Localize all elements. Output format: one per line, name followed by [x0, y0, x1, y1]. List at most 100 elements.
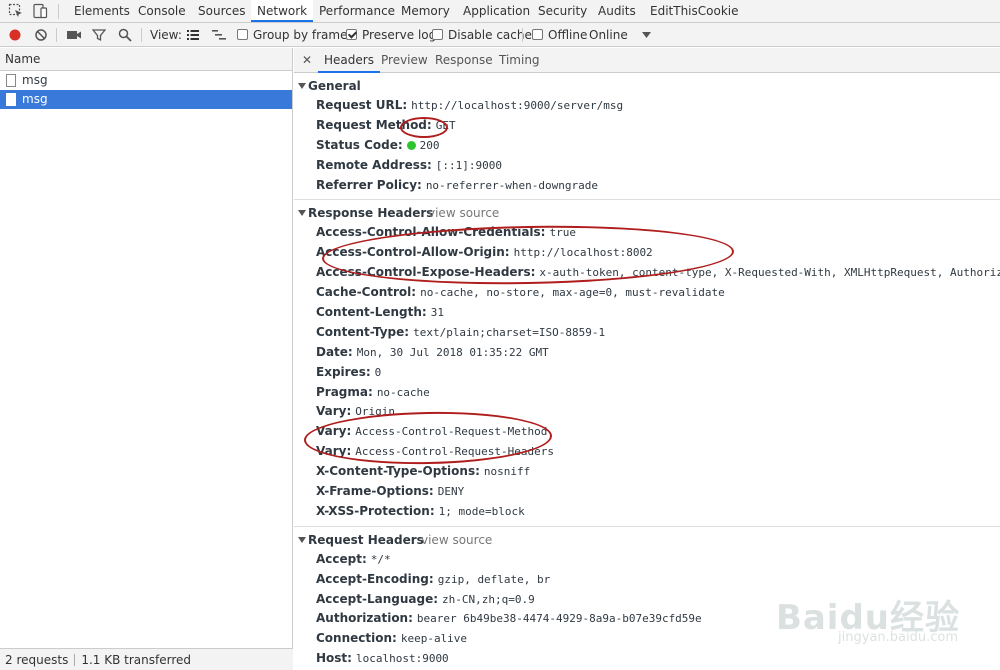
- header-key: Accept:: [316, 551, 367, 566]
- header-key: Access-Control-Allow-Origin:: [316, 245, 510, 260]
- header-key: Access-Control-Expose-Headers:: [316, 265, 536, 280]
- view-source-link[interactable]: view source: [428, 203, 499, 223]
- tab-headers[interactable]: Headers: [318, 48, 380, 73]
- request-row-selected[interactable]: msg: [0, 90, 292, 109]
- tab-sources[interactable]: Sources: [198, 0, 245, 22]
- header-row: Status Code: 200: [294, 136, 1000, 156]
- search-icon[interactable]: [118, 28, 132, 42]
- header-key: Host:: [316, 651, 352, 666]
- section-title: Response Headers: [308, 206, 434, 221]
- header-row: Cache-Control: no-cache, no-store, max-ag…: [294, 283, 1000, 303]
- request-detail-pane: ✕ Headers Preview Response Timing Genera…: [294, 48, 1000, 670]
- header-key: Remote Address:: [316, 157, 432, 172]
- filter-icon[interactable]: [92, 28, 106, 42]
- header-key: Request Method:: [316, 117, 432, 132]
- header-key: Vary:: [316, 424, 352, 439]
- name-column-header[interactable]: Name: [0, 48, 292, 71]
- record-icon[interactable]: [8, 28, 22, 42]
- expand-triangle-icon: [298, 83, 306, 89]
- tab-security[interactable]: Security: [538, 0, 587, 22]
- preserve-log-checkbox[interactable]: [346, 29, 357, 40]
- general-section-header[interactable]: General: [294, 76, 1000, 96]
- header-value: 31: [430, 306, 444, 320]
- header-row: Accept-Language: zh-CN,zh;q=0.9: [294, 590, 1000, 610]
- header-row: Access-Control-Expose-Headers: x-auth-tok…: [294, 263, 1000, 283]
- throttling-select[interactable]: Online: [589, 27, 628, 43]
- close-icon[interactable]: ✕: [302, 53, 312, 67]
- header-key: Vary:: [316, 404, 352, 419]
- device-toolbar-icon[interactable]: [32, 3, 48, 19]
- tab-editthiscookie[interactable]: EditThisCookie: [650, 0, 739, 22]
- request-headers-section-header[interactable]: Request Headers view source: [294, 530, 1000, 550]
- section-title: General: [308, 79, 361, 93]
- header-value: gzip, deflate, br: [437, 572, 551, 586]
- tab-performance[interactable]: Performance: [319, 0, 395, 22]
- header-value: http://localhost:8002: [513, 246, 653, 260]
- header-value: nosniff: [483, 465, 531, 479]
- group-by-frame-label: Group by frame: [253, 28, 348, 42]
- view-label: View:: [150, 28, 182, 42]
- header-value: GET: [435, 118, 456, 132]
- summary-divider: [74, 654, 76, 666]
- header-row: Remote Address: [::1]:9000: [294, 156, 1000, 176]
- header-key: Accept-Language:: [316, 591, 439, 606]
- tab-application[interactable]: Application: [463, 0, 530, 22]
- offline-label: Offline: [548, 28, 588, 42]
- header-row: X-Content-Type-Options: nosniff: [294, 462, 1000, 482]
- clear-icon[interactable]: [34, 28, 48, 42]
- header-value: Access-Control-Request-Headers: [355, 445, 554, 459]
- large-rows-icon[interactable]: [186, 28, 200, 42]
- request-name: msg: [22, 73, 48, 87]
- header-row: Accept: */*: [294, 550, 1000, 570]
- header-row: Request URL: http://localhost:9000/server…: [294, 96, 1000, 116]
- response-headers-section-header[interactable]: Response Headers view source: [294, 203, 1000, 223]
- status-ok-icon: [406, 140, 416, 150]
- view-source-link[interactable]: view source: [421, 530, 492, 550]
- file-icon: [6, 93, 16, 106]
- header-row: Date: Mon, 30 Jul 2018 01:35:22 GMT: [294, 343, 1000, 363]
- header-value: Origin: [355, 405, 396, 419]
- tab-network[interactable]: Network: [251, 0, 314, 22]
- request-row[interactable]: msg: [0, 71, 292, 90]
- preserve-log-label: Preserve log: [362, 28, 437, 42]
- tab-response[interactable]: Response: [435, 48, 493, 73]
- devtools-main-tabbar: Elements Console Sources Network Perform…: [0, 0, 1000, 23]
- header-value: 200: [419, 138, 440, 152]
- disable-cache-checkbox[interactable]: [432, 29, 443, 40]
- header-value: no-referrer-when-downgrade: [425, 178, 598, 192]
- tab-preview[interactable]: Preview: [381, 48, 428, 73]
- header-key: X-XSS-Protection:: [316, 503, 435, 518]
- header-row: Accept-Encoding: gzip, deflate, br: [294, 570, 1000, 590]
- header-row: Pragma: no-cache: [294, 383, 1000, 403]
- request-name: msg: [22, 92, 48, 106]
- header-row: Referrer Policy: no-referrer-when-downgra…: [294, 176, 1000, 196]
- header-key: Authorization:: [316, 611, 413, 626]
- header-value: no-cache, no-store, max-age=0, must-reva…: [420, 286, 725, 300]
- header-value: bearer 6b49be38-4474-4929-8a9a-b07e39cfd…: [416, 612, 702, 626]
- header-value: http://localhost:9000/server/msg: [411, 99, 624, 112]
- header-value: x-auth-token, content-type, X-Requested-…: [539, 266, 1000, 280]
- tab-timing[interactable]: Timing: [499, 48, 540, 73]
- expand-triangle-icon: [298, 536, 306, 543]
- tab-console[interactable]: Console: [138, 0, 186, 22]
- inspect-element-icon[interactable]: [8, 3, 24, 19]
- header-key: Referrer Policy:: [316, 177, 422, 192]
- offline-checkbox[interactable]: [532, 29, 543, 40]
- header-key: Date:: [316, 344, 353, 359]
- header-value: true: [549, 226, 576, 240]
- tab-memory[interactable]: Memory: [401, 0, 450, 22]
- header-value: zh-CN,zh;q=0.9: [442, 592, 535, 606]
- header-row: X-XSS-Protection: 1; mode=block: [294, 502, 1000, 522]
- chevron-down-icon[interactable]: [642, 32, 651, 38]
- disable-cache-label: Disable cache: [448, 28, 532, 42]
- header-key: Content-Type:: [316, 324, 410, 339]
- group-by-frame-checkbox[interactable]: [237, 29, 248, 40]
- screenshot-camera-icon[interactable]: [66, 28, 82, 42]
- expand-triangle-icon: [298, 210, 306, 217]
- request-headers-section: Request Headers view source Accept: */* A…: [294, 527, 1000, 670]
- header-value: no-cache: [376, 385, 430, 399]
- tab-audits[interactable]: Audits: [598, 0, 636, 22]
- waterfall-overview-icon[interactable]: [211, 28, 227, 42]
- tab-elements[interactable]: Elements: [74, 0, 130, 22]
- header-key: Cache-Control:: [316, 285, 417, 300]
